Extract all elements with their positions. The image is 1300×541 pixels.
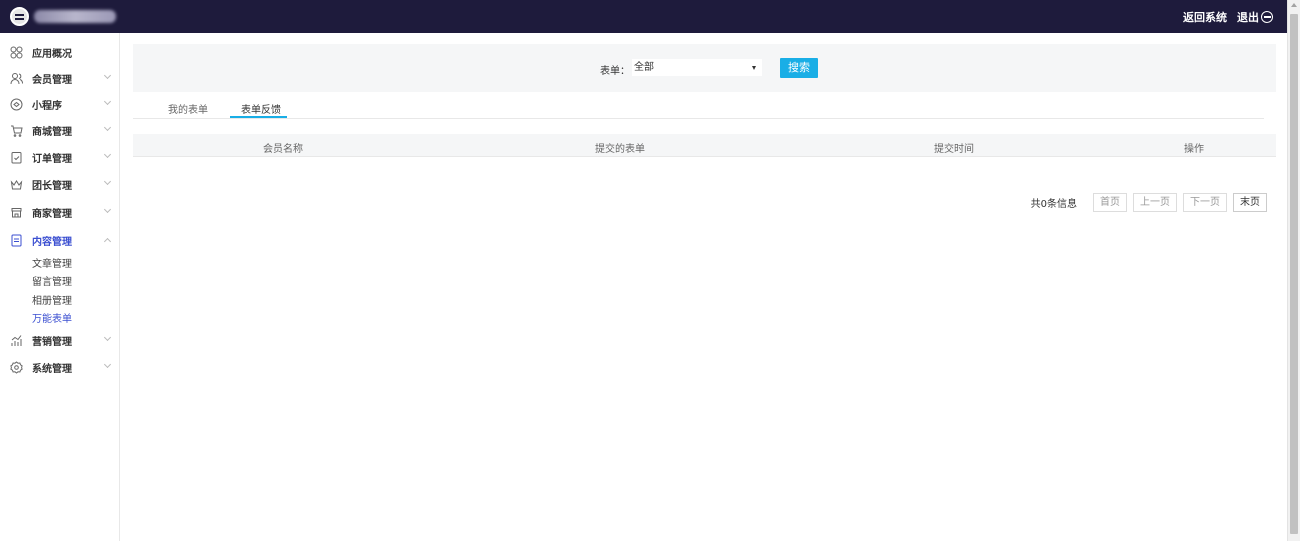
column-header-action: 操作 [1184, 144, 1204, 155]
sidebar-item-label: 应用概况 [32, 48, 72, 60]
chevron-down-icon [103, 205, 112, 214]
sidebar-item-label: 会员管理 [32, 74, 72, 86]
sidebar-item-miniapp[interactable]: 小程序 [0, 91, 119, 117]
settings-icon [10, 360, 23, 374]
sidebar-item-members[interactable]: 会员管理 [0, 65, 119, 91]
sidebar-item-label: 商家管理 [32, 208, 72, 220]
tab-bar: 我的表单 表单反馈 [133, 95, 1264, 119]
form-filter-label: 表单： [600, 66, 630, 77]
chevron-down-icon [103, 71, 112, 80]
logo-icon [10, 7, 29, 26]
sidebar-item-label: 订单管理 [32, 153, 72, 165]
chevron-down-icon [103, 150, 112, 159]
last-page-button[interactable]: 末页 [1233, 193, 1267, 212]
chevron-down-icon [103, 177, 112, 186]
table-header: 会员名称 提交的表单 提交时间 操作 [133, 134, 1276, 157]
sidebar-item-merchants[interactable]: 商家管理 [0, 199, 119, 225]
crown-icon [10, 178, 23, 191]
sidebar-sub-messages[interactable]: 留言管理 [32, 273, 72, 288]
cart-icon [10, 124, 23, 137]
sidebar-item-label: 团长管理 [32, 180, 72, 192]
chevron-down-icon [103, 333, 112, 342]
scroll-up-arrow-icon[interactable] [1291, 3, 1297, 7]
search-button[interactable]: 搜索 [780, 58, 818, 78]
grid-icon [10, 46, 23, 59]
users-icon [10, 72, 23, 85]
logout-icon [1261, 11, 1273, 23]
chevron-up-icon [103, 237, 112, 246]
sidebar-sub-articles[interactable]: 文章管理 [32, 255, 72, 270]
top-actions: 返回系统 退出 [1183, 9, 1273, 25]
scroll-thumb[interactable] [1290, 14, 1298, 534]
total-count: 共0条信息 [1030, 199, 1077, 210]
first-page-button[interactable]: 首页 [1093, 193, 1127, 212]
logout-button[interactable]: 退出 [1237, 9, 1273, 25]
sidebar-item-marketing[interactable]: 营销管理 [0, 327, 119, 353]
sidebar-item-label: 小程序 [32, 100, 62, 112]
active-tab-indicator [230, 116, 287, 118]
form-select[interactable]: 全部 [632, 59, 762, 76]
app-name-blurred [34, 10, 116, 23]
sidebar: 应用概况 会员管理 小程序 商城管理 订单管理 团长管理 商家管理 内容管理 文… [0, 33, 120, 541]
tab-form-feedback[interactable]: 表单反馈 [241, 101, 281, 116]
sidebar-item-overview[interactable]: 应用概况 [0, 39, 119, 65]
column-header-form: 提交的表单 [595, 144, 645, 155]
sidebar-item-content[interactable]: 内容管理 [0, 227, 119, 253]
tab-my-forms[interactable]: 我的表单 [168, 101, 208, 116]
return-system-link[interactable]: 返回系统 [1183, 9, 1227, 25]
document-icon [10, 234, 23, 247]
main-content: 表单： 全部 搜索 我的表单 表单反馈 会员名称 提交的表单 提交时间 操作 共… [120, 33, 1287, 541]
chevron-down-icon [103, 97, 112, 106]
store-icon [10, 206, 23, 219]
sidebar-item-label: 商城管理 [32, 126, 72, 138]
column-header-member: 会员名称 [263, 144, 303, 155]
pagination: 共0条信息 首页 上一页 下一页 末页 [1031, 193, 1267, 212]
next-page-button[interactable]: 下一页 [1183, 193, 1227, 212]
logout-label: 退出 [1237, 11, 1259, 24]
prev-page-button[interactable]: 上一页 [1133, 193, 1177, 212]
sidebar-item-label: 系统管理 [32, 363, 72, 375]
sidebar-item-mall[interactable]: 商城管理 [0, 117, 119, 143]
chevron-down-icon [103, 123, 112, 132]
form-select-value: 全部 [634, 62, 654, 73]
sidebar-item-system[interactable]: 系统管理 [0, 354, 119, 380]
chevron-down-icon [103, 360, 112, 369]
sidebar-item-orders[interactable]: 订单管理 [0, 144, 119, 170]
filter-bar: 表单： 全部 搜索 [133, 44, 1276, 92]
column-header-time: 提交时间 [934, 144, 974, 155]
order-icon [10, 151, 23, 164]
chart-icon [10, 334, 23, 347]
caret-down-icon [752, 66, 756, 70]
miniapp-icon [10, 98, 23, 111]
sidebar-sub-albums[interactable]: 相册管理 [32, 292, 72, 307]
sidebar-item-leaders[interactable]: 团长管理 [0, 171, 119, 197]
sidebar-sub-universal-form[interactable]: 万能表单 [32, 310, 72, 325]
page-scrollbar[interactable] [1287, 0, 1300, 541]
sidebar-item-label: 营销管理 [32, 336, 72, 348]
top-bar: 返回系统 退出 [0, 0, 1287, 33]
sidebar-item-label: 内容管理 [32, 236, 72, 248]
